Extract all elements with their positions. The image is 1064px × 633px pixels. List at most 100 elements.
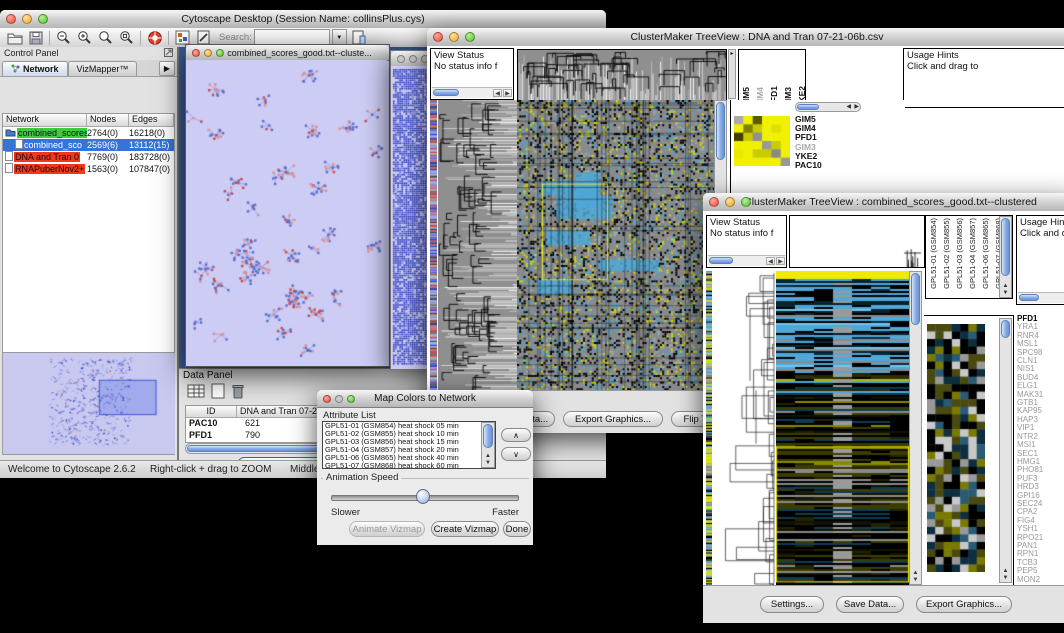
done-button[interactable]: Done (503, 521, 531, 537)
close-button[interactable] (6, 14, 16, 24)
splitter-handle[interactable]: ▸ (728, 49, 736, 99)
horizontal-scrollbar[interactable] (1018, 292, 1064, 303)
export-graphics-button[interactable]: Export Graphics... (563, 411, 663, 427)
column-dendrogram-canvas[interactable] (517, 49, 727, 101)
edge-count: 183728(0) (129, 152, 174, 162)
network-name: combined_sco (24, 140, 82, 150)
row-dendrogram-canvas[interactable] (712, 271, 776, 585)
minimize-button[interactable] (449, 32, 459, 42)
scroll-up-icon[interactable]: ▲ (482, 453, 494, 459)
heatmap-canvas[interactable] (517, 100, 714, 390)
minimize-button[interactable] (22, 14, 32, 24)
close-button[interactable] (192, 49, 200, 57)
labels-vertical-scrollbar[interactable]: ▲ ▼ (999, 216, 1012, 298)
id-column-header[interactable]: ID (186, 406, 237, 418)
tab-network[interactable]: Network (2, 61, 68, 76)
treeview-combined-titlebar[interactable]: ClusterMaker TreeView : combined_scores_… (703, 193, 1064, 212)
column-dendrogram-canvas[interactable] (789, 215, 925, 268)
window-controls (433, 32, 475, 42)
scroll-up-icon[interactable]: ▲ (910, 570, 921, 576)
export-graphics-button[interactable]: Export Graphics... (916, 596, 1012, 613)
minimize-button[interactable] (335, 395, 343, 403)
list-vertical-scrollbar[interactable]: ▲ ▼ (481, 422, 495, 468)
cytoscape-titlebar[interactable]: Cytoscape Desktop (Session Name: collins… (0, 10, 606, 29)
zoom-matrix-canvas[interactable] (734, 116, 790, 166)
close-button[interactable] (397, 55, 405, 63)
subview-vertical-scrollbar[interactable]: ▲ ▼ (999, 318, 1012, 583)
delete-attribute-icon[interactable] (231, 383, 245, 404)
scroll-up-icon[interactable]: ▲ (1000, 568, 1011, 574)
zoom-button[interactable] (741, 197, 751, 207)
scroll-down-icon[interactable]: ▼ (1000, 290, 1011, 296)
gene-label[interactable]: PAC10 (795, 161, 822, 170)
column-header-nodes[interactable]: Nodes (87, 114, 129, 127)
settings-button[interactable]: Settings... (760, 596, 824, 613)
scroll-left-icon[interactable]: ◀ (493, 89, 502, 97)
network-graph-canvas[interactable] (186, 60, 387, 364)
network-list-header: Network Nodes Edges (3, 114, 174, 127)
zoom-button[interactable] (347, 395, 355, 403)
column-header-edges[interactable]: Edges (129, 114, 174, 127)
float-panel-icon[interactable] (164, 48, 173, 59)
minimize-button[interactable] (725, 197, 735, 207)
speed-slider-thumb[interactable] (416, 489, 430, 504)
attribute-item[interactable]: GPL51-07 (GSM868) heat shock 60 min (323, 462, 495, 469)
move-down-button[interactable]: ∨ (501, 447, 531, 461)
open-folder-icon[interactable] (5, 29, 24, 47)
save-data-button[interactable]: Save Data... (836, 596, 904, 613)
global-row-strip-canvas[interactable] (430, 100, 437, 390)
column-header-network[interactable]: Network (3, 114, 87, 127)
scroll-up-icon[interactable]: ▲ (1000, 283, 1011, 289)
zoom-button[interactable] (465, 32, 475, 42)
network-overview-thumbnail[interactable] (2, 352, 175, 455)
animate-vizmap-button[interactable]: Animate Vizmap (349, 521, 425, 537)
scroll-left-icon[interactable]: ◀ (766, 257, 775, 265)
attribute-listbox[interactable]: GPL51-01 (GSM854) heat shock 05 minGPL51… (322, 421, 496, 469)
zoom-button[interactable] (38, 14, 48, 24)
horizontal-scrollbar[interactable]: ◀ ▶ (708, 255, 785, 266)
usage-hints-title: Usage Hints (907, 50, 1064, 61)
scroll-left-icon[interactable]: ◀ (846, 104, 851, 110)
close-button[interactable] (433, 32, 443, 42)
zoom-in-icon[interactable] (75, 29, 94, 47)
gene-label[interactable]: MON2 (1017, 576, 1064, 584)
vertical-scrollbar[interactable]: ▲ ▼ (909, 271, 922, 585)
zoom-button[interactable] (216, 49, 224, 57)
move-up-button[interactable]: ∧ (501, 428, 531, 442)
network-doc-icon (5, 163, 13, 175)
tab-vizmapper[interactable]: VizMapper™ (68, 61, 138, 76)
zoom-fit-icon[interactable] (117, 29, 136, 47)
scroll-down-icon[interactable]: ▼ (1000, 575, 1011, 581)
row-dendrogram-canvas[interactable] (438, 100, 517, 390)
horizontal-scrollbar[interactable]: ◀ ▶ (432, 87, 512, 98)
table-mode-icon[interactable] (187, 383, 205, 404)
network-row[interactable]: combined_scores 2764(0) 16218(0) (3, 127, 174, 139)
minimize-button[interactable] (409, 55, 417, 63)
help-lifering-icon[interactable] (145, 29, 164, 47)
network-view-titlebar[interactable]: combined_scores_good.txt--cluste... (186, 45, 389, 61)
network-row[interactable]: RNAPuberNov2+ 1563(0) 107847(0) (3, 163, 174, 175)
save-icon[interactable] (26, 29, 45, 47)
zoom-out-icon[interactable] (54, 29, 73, 47)
dialog-titlebar[interactable]: Map Colors to Network (317, 390, 533, 408)
scroll-right-icon[interactable]: ▶ (503, 89, 512, 97)
create-vizmap-button[interactable]: Create Vizmap (431, 521, 499, 537)
minimize-button[interactable] (204, 49, 212, 57)
treeview-dna-titlebar[interactable]: ClusterMaker TreeView : DNA and Tran 07-… (427, 28, 1064, 47)
network-row[interactable]: DNA and Tran 0 7769(0) 183728(0) (3, 151, 174, 163)
close-button[interactable] (323, 395, 331, 403)
zoom-pixels-canvas[interactable] (927, 324, 985, 572)
zoom-actual-icon[interactable] (96, 29, 115, 47)
scroll-down-icon[interactable]: ▼ (482, 460, 494, 466)
heatmap-canvas[interactable] (776, 271, 909, 585)
scroll-down-icon[interactable]: ▼ (910, 577, 921, 583)
row-id: PFD1 (186, 430, 239, 442)
toolbar-separator (140, 31, 141, 45)
scroll-right-icon[interactable]: ▶ (776, 257, 785, 265)
network-row-selected[interactable]: combined_sco 2569(6) 13112(15) (3, 139, 174, 151)
more-tabs-button[interactable]: ▶ (159, 61, 175, 76)
scroll-right-icon[interactable]: ▶ (854, 104, 859, 110)
close-button[interactable] (709, 197, 719, 207)
horizontal-scrollbar[interactable]: ◀ ▶ (795, 102, 861, 112)
new-attribute-icon[interactable] (211, 383, 225, 404)
